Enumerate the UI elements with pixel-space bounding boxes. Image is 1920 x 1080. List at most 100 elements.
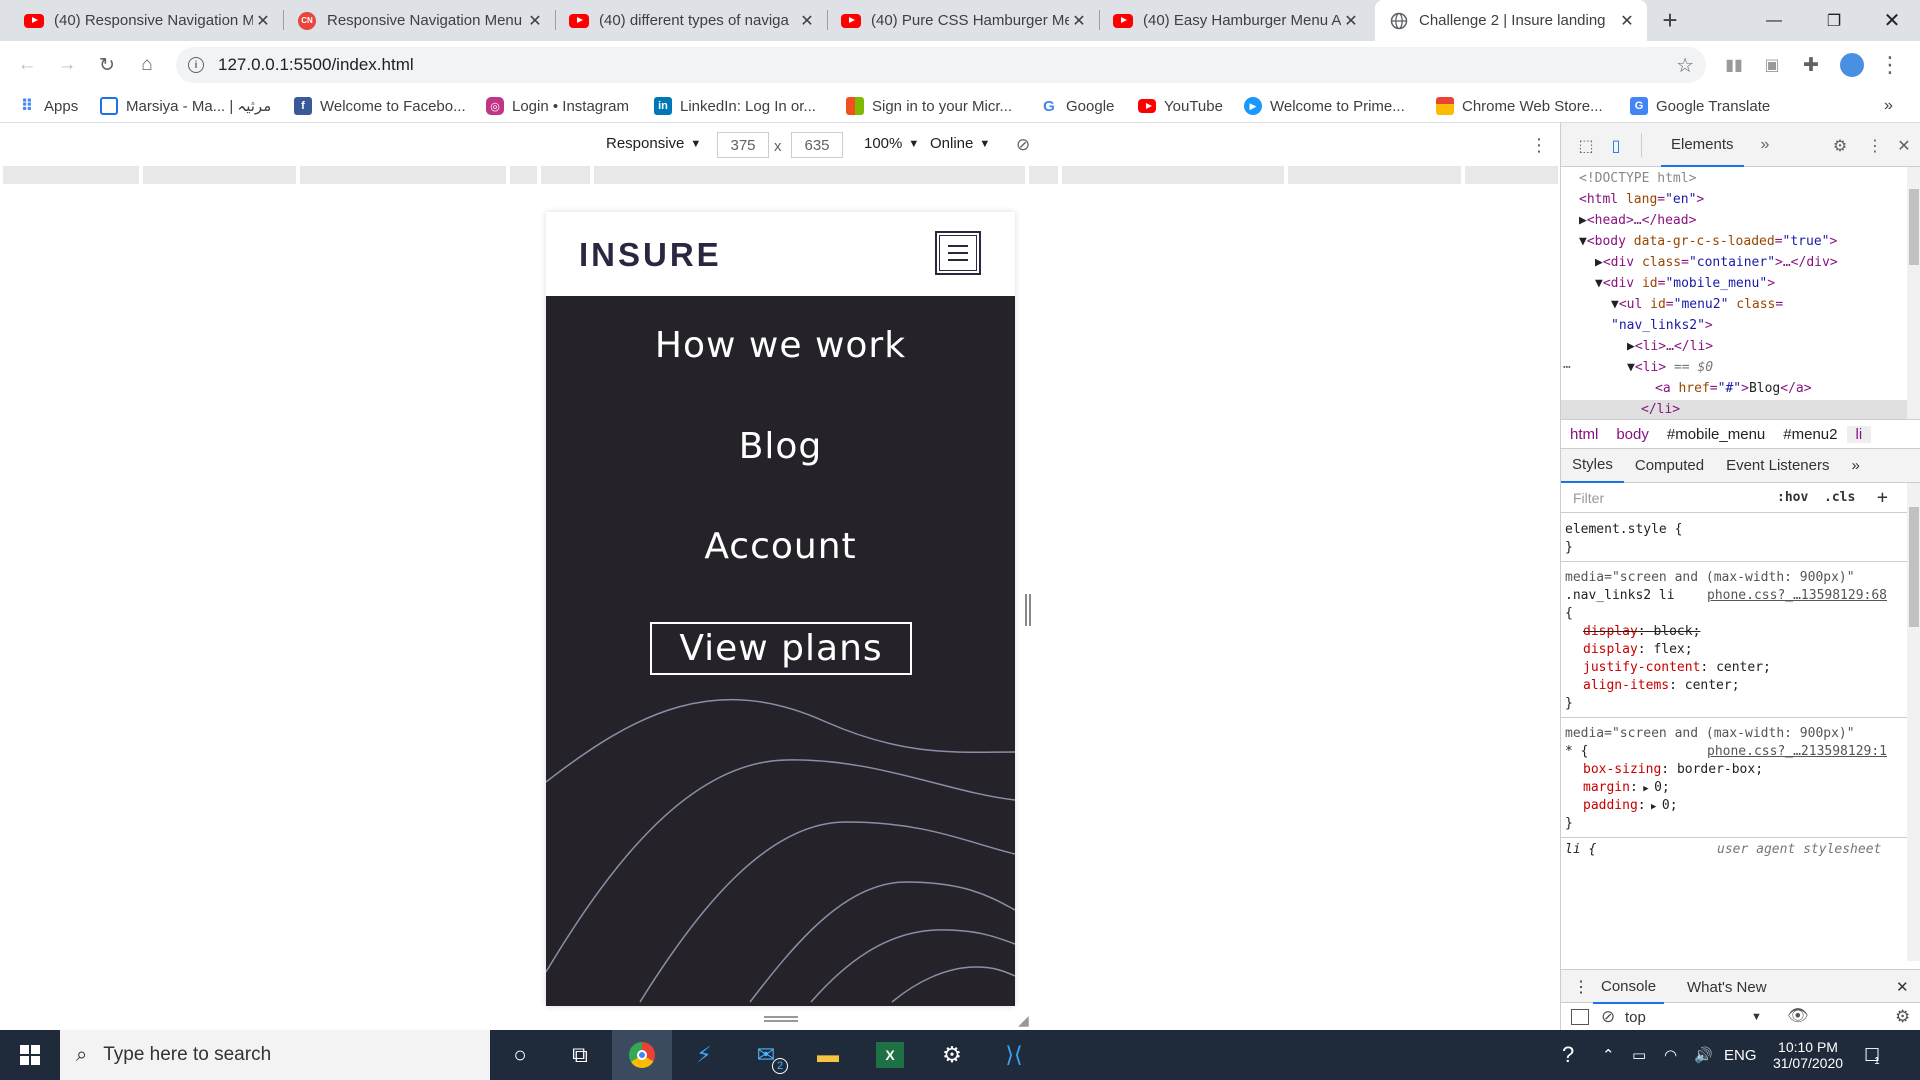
breadcrumb-html[interactable]: html (1561, 426, 1607, 443)
hamburger-menu-button[interactable] (935, 231, 981, 275)
hov-toggle[interactable]: :hov (1777, 490, 1808, 505)
info-icon[interactable]: i (188, 57, 204, 73)
close-tab-icon[interactable]: ✕ (253, 11, 273, 31)
height-input[interactable]: 635 (791, 132, 843, 158)
css-declaration[interactable]: align-items: center; (1583, 677, 1740, 695)
bookmark-youtube[interactable]: YouTube (1138, 95, 1223, 117)
new-rule-button[interactable]: + (1877, 487, 1888, 508)
close-tab-icon[interactable]: ✕ (1069, 11, 1089, 31)
task-view-icon[interactable]: ⧉ (550, 1030, 610, 1080)
tab-4[interactable]: (40) Pure CSS Hamburger Me ✕ (827, 0, 1099, 41)
bookmark-apps[interactable]: ⠿ Apps (18, 95, 78, 117)
bookmark-webstore[interactable]: Chrome Web Store... (1436, 95, 1603, 117)
windows-start-icon[interactable] (0, 1030, 60, 1080)
styles-scrollbar[interactable] (1907, 483, 1920, 961)
drawer-menu-icon[interactable]: ⋮ (1573, 977, 1589, 997)
url-text[interactable]: 127.0.0.1:5500/index.html (218, 55, 414, 75)
devtools-menu-icon[interactable]: ⋮ (1864, 134, 1886, 156)
view-plans-button[interactable]: View plans (650, 622, 912, 675)
cortana-icon[interactable]: ○ (490, 1030, 550, 1080)
resize-corner-icon[interactable]: ◢ (1018, 1012, 1029, 1029)
bookmark-google[interactable]: G Google (1040, 95, 1114, 117)
viewport-resize-handle[interactable] (764, 1016, 798, 1022)
cls-toggle[interactable]: .cls (1824, 490, 1855, 505)
battery-icon[interactable]: ▭ (1632, 1030, 1646, 1080)
bookmark-star-icon[interactable]: ☆ (1676, 53, 1694, 78)
home-icon[interactable]: ⌂ (131, 49, 163, 81)
ul-node[interactable]: ▼<ul id="menu2" class= (1611, 295, 1783, 315)
extension-icon[interactable]: ▣ (1756, 49, 1788, 81)
reload-icon[interactable]: ↻ (91, 49, 123, 81)
css-declaration[interactable]: justify-content: center; (1583, 659, 1771, 677)
bookmark-linkedin[interactable]: in LinkedIn: Log In or... (654, 95, 816, 117)
volume-icon[interactable]: 🔊 (1694, 1030, 1713, 1080)
container-div-node[interactable]: ▶<div class="container">…</div> (1595, 253, 1838, 273)
li-node-collapsed[interactable]: ▶<li>…</li> (1627, 337, 1713, 357)
new-tab-button[interactable]: + (1652, 0, 1688, 41)
settings-gear-icon[interactable]: ⚙ (1829, 134, 1851, 156)
settings-icon[interactable]: ⚙ (922, 1030, 982, 1080)
back-icon[interactable]: ← (11, 49, 43, 81)
taskbar-search-box[interactable]: ⌕ Type here to search (60, 1030, 490, 1080)
zoom-select[interactable]: 100% ▼ (864, 135, 919, 152)
tab-6-active[interactable]: Challenge 2 | Insure landing ✕ (1375, 0, 1647, 41)
li-close-node[interactable]: </li> (1641, 400, 1680, 419)
head-node[interactable]: ▶<head>…</head> (1579, 211, 1696, 231)
css-declaration[interactable]: margin: ▶ 0; (1583, 779, 1670, 798)
expand-arrow-icon[interactable]: ▶ (1595, 255, 1603, 270)
excel-icon[interactable]: X (860, 1030, 920, 1080)
more-options-icon[interactable]: ⋮ (1530, 135, 1548, 156)
notifications-icon[interactable]: ☐ 1 (1864, 1030, 1880, 1080)
tab-event-listeners[interactable]: Event Listeners (1715, 449, 1840, 483)
more-bookmarks-icon[interactable]: » (1884, 95, 1893, 117)
expand-arrow-icon[interactable]: ▶ (1627, 339, 1635, 354)
bookmark-marsiya[interactable]: Marsiya - Ma... | مرثیہ (100, 95, 271, 117)
help-icon[interactable]: ? (1562, 1030, 1574, 1080)
minimize-icon[interactable]: — (1746, 0, 1802, 41)
inspect-element-icon[interactable]: ⬚ (1575, 134, 1597, 156)
breadcrumb-menu2[interactable]: #menu2 (1774, 426, 1846, 443)
close-devtools-icon[interactable]: ✕ (1893, 134, 1915, 156)
li-node-selected[interactable]: ▼<li> == $0 (1627, 358, 1713, 378)
console-settings-icon[interactable]: ⚙ (1895, 1007, 1910, 1027)
html-node[interactable]: <html lang="en"> (1579, 190, 1704, 210)
wifi-icon[interactable]: ◠ (1664, 1030, 1677, 1080)
device-mode-select[interactable]: Responsive ▼ (606, 135, 701, 152)
chevron-up-icon[interactable]: ⌃ (1602, 1030, 1615, 1080)
tab-1[interactable]: (40) Responsive Navigation M ✕ (0, 0, 283, 41)
more-tabs-icon[interactable]: » (1840, 449, 1870, 483)
css-declaration[interactable]: box-sizing: border-box; (1583, 761, 1763, 779)
element-style-rule[interactable]: element.style { (1565, 521, 1682, 539)
clock[interactable]: 10:10 PM 31/07/2020 (1768, 1030, 1848, 1080)
puzzle-icon[interactable]: ✚ (1795, 49, 1827, 81)
expand-arrow-icon[interactable]: ▶ (1579, 213, 1587, 228)
tab-styles[interactable]: Styles (1561, 449, 1624, 483)
menu-link-blog[interactable]: Blog (546, 426, 1015, 467)
mobile-menu-div-node[interactable]: ▼<div id="mobile_menu"> (1595, 274, 1775, 294)
tab-whats-new[interactable]: What's New (1679, 970, 1775, 1004)
address-bar[interactable]: i 127.0.0.1:5500/index.html ☆ (176, 47, 1706, 83)
menu-link-account[interactable]: Account (546, 526, 1015, 567)
mail-icon[interactable]: ✉ 2 (736, 1030, 796, 1080)
css-declaration-overridden[interactable]: display: block; (1583, 623, 1700, 641)
node-actions-icon[interactable]: ⋯ (1563, 358, 1571, 378)
tab-5[interactable]: (40) Easy Hamburger Menu A ✕ (1099, 0, 1371, 41)
close-tab-icon[interactable]: ✕ (797, 11, 817, 31)
ua-rule-selector[interactable]: li { (1565, 841, 1596, 859)
collapse-arrow-icon[interactable]: ▼ (1627, 360, 1635, 375)
breadcrumb-body[interactable]: body (1607, 426, 1658, 443)
vscode-icon[interactable]: ⟩⟨ (984, 1030, 1044, 1080)
bookmark-microsoft[interactable]: Sign in to your Micr... (846, 95, 1012, 117)
anchor-node[interactable]: <a href="#">Blog</a> (1655, 379, 1812, 399)
chevron-down-icon[interactable]: ▼ (1751, 1011, 1762, 1023)
breadcrumb-li[interactable]: li (1846, 425, 1872, 443)
doctype-node[interactable]: <!DOCTYPE html> (1579, 169, 1696, 189)
sidebar-toggle-icon[interactable] (1571, 1009, 1589, 1025)
bookmark-translate[interactable]: G Google Translate (1630, 95, 1770, 117)
rule-selector[interactable]: .nav_links2 li (1565, 587, 1675, 605)
css-declaration[interactable]: display: flex; (1583, 641, 1693, 659)
collapse-arrow-icon[interactable]: ▼ (1611, 297, 1619, 312)
close-tab-icon[interactable]: ✕ (1341, 11, 1361, 31)
menu-link-how-we-work[interactable]: How we work (546, 325, 1015, 366)
kebab-menu-icon[interactable]: ⋮ (1874, 49, 1906, 81)
